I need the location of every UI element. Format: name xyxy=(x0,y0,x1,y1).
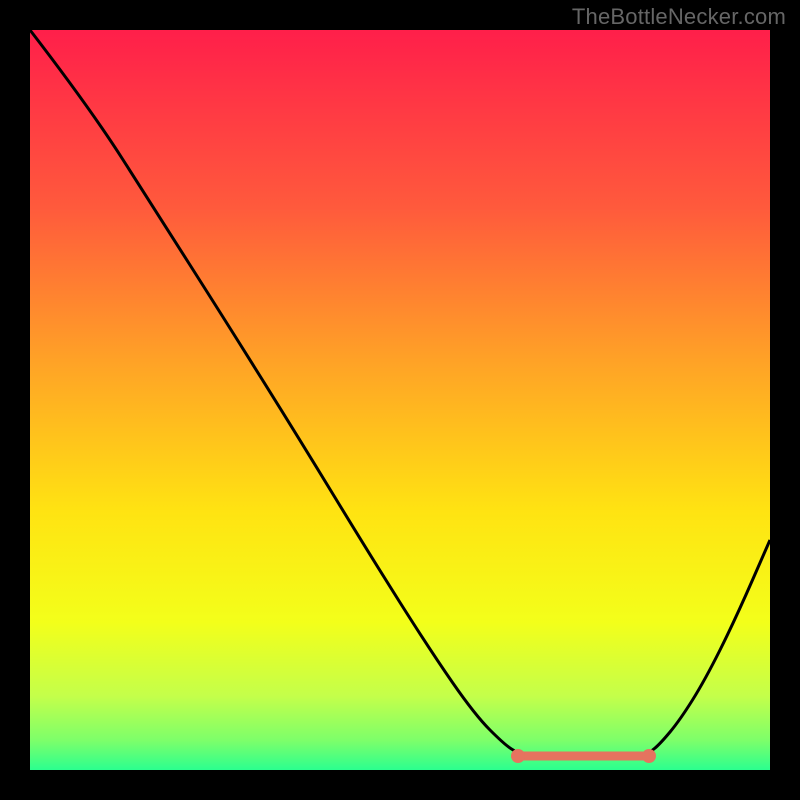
bottleneck-chart xyxy=(0,0,800,800)
watermark: TheBottleNecker.com xyxy=(572,4,786,30)
plot-background xyxy=(30,30,770,770)
chart-container: TheBottleNecker.com xyxy=(0,0,800,800)
